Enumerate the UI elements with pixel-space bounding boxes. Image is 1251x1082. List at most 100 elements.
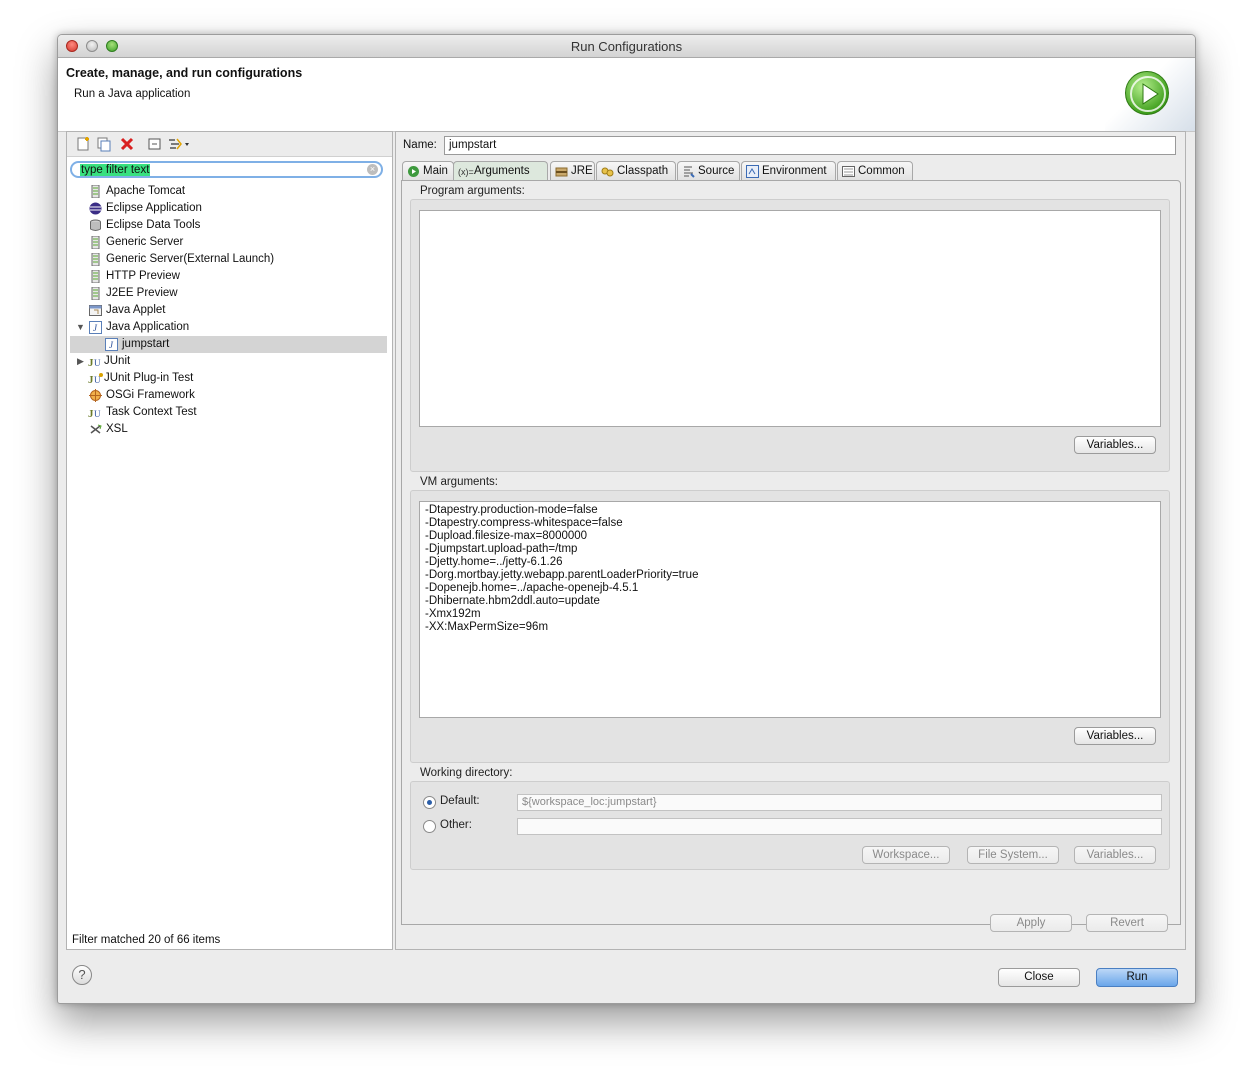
server-icon xyxy=(89,184,102,199)
tab-classpath[interactable]: Classpath xyxy=(596,161,676,180)
svg-text:U: U xyxy=(94,358,101,368)
program-arguments-textarea[interactable] xyxy=(419,210,1161,427)
name-field[interactable]: jumpstart xyxy=(444,136,1176,155)
server-icon xyxy=(89,269,102,284)
working-directory-group: Default: ${workspace_loc:jumpstart} Othe… xyxy=(410,781,1170,870)
program-arguments-group: Variables... xyxy=(410,199,1170,472)
tree-item-xsl[interactable]: XSL xyxy=(67,421,392,438)
eclipse-icon xyxy=(89,202,102,215)
applet-icon xyxy=(89,304,102,317)
working-directory-label: Working directory: xyxy=(420,767,513,779)
arguments-panel: Program arguments: Variables... VM argum… xyxy=(401,180,1181,925)
filter-placeholder: type filter text xyxy=(80,164,151,176)
java-app-icon: J xyxy=(89,321,102,334)
tree-item-java-application[interactable]: ▼ J Java Application xyxy=(67,319,392,336)
vm-argument-line: -Xmx192m xyxy=(425,608,481,620)
tree-item-http-preview[interactable]: HTTP Preview xyxy=(67,268,392,285)
classpath-tab-icon xyxy=(601,165,614,178)
duplicate-icon[interactable] xyxy=(96,136,112,152)
tree-item-label: HTTP Preview xyxy=(106,270,180,282)
name-label: Name: xyxy=(403,139,437,151)
other-directory-field[interactable] xyxy=(517,818,1162,835)
tree-item-label: Eclipse Data Tools xyxy=(106,219,201,231)
svg-text:U: U xyxy=(94,409,101,419)
jre-tab-icon xyxy=(555,165,568,178)
tab-main[interactable]: Main xyxy=(402,161,454,180)
collapse-all-icon[interactable] xyxy=(147,136,163,152)
tree-item-junit[interactable]: ▶ JU JUnit xyxy=(67,353,392,370)
configuration-tree: Apache Tomcat Eclipse Application Eclips… xyxy=(67,183,392,438)
tree-item-label: JUnit Plug-in Test xyxy=(104,372,194,384)
filter-input[interactable]: type filter text × xyxy=(70,161,383,178)
default-radio[interactable] xyxy=(423,796,436,809)
tree-item-osgi-framework[interactable]: OSGi Framework xyxy=(67,387,392,404)
junit-plugin-icon: JU xyxy=(88,372,104,386)
tree-item-label: JUnit xyxy=(104,355,131,367)
server-icon xyxy=(89,235,102,250)
new-launch-configuration-icon[interactable] xyxy=(75,136,91,152)
tree-item-generic-server[interactable]: Generic Server xyxy=(67,234,392,251)
vm-variables-button[interactable]: Variables... xyxy=(1074,727,1156,745)
header-subtitle: Run a Java application xyxy=(74,88,191,100)
vm-argument-line: -Dtapestry.production-mode=false xyxy=(425,504,598,516)
tab-common[interactable]: Common xyxy=(837,161,913,180)
expanded-triangle-icon[interactable]: ▼ xyxy=(76,319,85,336)
clear-filter-icon[interactable]: × xyxy=(367,164,378,175)
tree-item-junit-plugin-test[interactable]: JU JUnit Plug-in Test xyxy=(67,370,392,387)
tab-source[interactable]: Source xyxy=(677,161,740,180)
collapsed-triangle-icon[interactable]: ▶ xyxy=(77,353,84,370)
tree-item-label: J2EE Preview xyxy=(106,287,178,299)
apply-button[interactable]: Apply xyxy=(990,914,1072,932)
tree-item-generic-server-external[interactable]: Generic Server(External Launch) xyxy=(67,251,392,268)
tree-item-task-context-test[interactable]: JU Task Context Test xyxy=(67,404,392,421)
vm-argument-line: -Dupload.filesize-max=8000000 xyxy=(425,530,588,542)
directory-variables-button[interactable]: Variables... xyxy=(1074,846,1156,864)
tree-item-eclipse-application[interactable]: Eclipse Application xyxy=(67,200,392,217)
svg-text:(x)=: (x)= xyxy=(458,167,474,177)
help-icon[interactable]: ? xyxy=(72,965,92,985)
revert-button[interactable]: Revert xyxy=(1086,914,1168,932)
workspace-button[interactable]: Workspace... xyxy=(862,846,950,864)
filter-status: Filter matched 20 of 66 items xyxy=(72,934,221,946)
dialog-header: Create, manage, and run configurations R… xyxy=(58,58,1195,132)
vm-argument-line: -Djumpstart.upload-path=/tmp xyxy=(425,543,578,555)
tree-item-label: Generic Server(External Launch) xyxy=(106,253,275,265)
tab-jre[interactable]: JRE xyxy=(550,161,595,180)
tree-item-label: OSGi Framework xyxy=(106,389,195,401)
tab-arguments[interactable]: (x)= Arguments xyxy=(453,161,548,180)
run-icon xyxy=(1125,71,1169,115)
tree-item-jumpstart[interactable]: J jumpstart xyxy=(70,336,387,353)
tree-item-apache-tomcat[interactable]: Apache Tomcat xyxy=(67,183,392,200)
delete-icon[interactable] xyxy=(119,136,135,152)
vm-arguments-label: VM arguments: xyxy=(420,476,498,488)
program-variables-button[interactable]: Variables... xyxy=(1074,436,1156,454)
default-label: Default: xyxy=(440,795,480,807)
vm-arguments-group: -Dtapestry.production-mode=false -Dtapes… xyxy=(410,490,1170,763)
filter-icon[interactable] xyxy=(167,136,191,152)
configuration-editor-pane: Name: jumpstart Main (x)= Arguments JRE … xyxy=(395,131,1186,950)
tree-item-j2ee-preview[interactable]: J2EE Preview xyxy=(67,285,392,302)
title-bar: Run Configurations xyxy=(58,35,1195,58)
run-configurations-window: Run Configurations Create, manage, and r… xyxy=(57,34,1196,1004)
program-arguments-label: Program arguments: xyxy=(420,185,525,197)
run-button[interactable]: Run xyxy=(1096,968,1178,987)
server-icon xyxy=(89,286,102,301)
vm-argument-line: -Dhibernate.hbm2ddl.auto=update xyxy=(425,595,600,607)
window-title: Run Configurations xyxy=(570,39,683,54)
vm-argument-line: -XX:MaxPermSize=96m xyxy=(425,621,549,633)
file-system-button[interactable]: File System... xyxy=(967,846,1059,864)
tree-item-label: Eclipse Application xyxy=(106,202,202,214)
header-title: Create, manage, and run configurations xyxy=(66,66,303,80)
close-button[interactable]: Close xyxy=(998,968,1080,987)
tree-item-eclipse-data-tools[interactable]: Eclipse Data Tools xyxy=(67,217,392,234)
tree-item-java-applet[interactable]: Java Applet xyxy=(67,302,392,319)
other-radio[interactable] xyxy=(423,820,436,833)
tab-environment[interactable]: Environment xyxy=(741,161,836,180)
tree-item-label: Task Context Test xyxy=(106,406,197,418)
osgi-icon xyxy=(89,389,102,402)
vm-argument-line: -Dtapestry.compress-whitespace=false xyxy=(425,517,623,529)
vm-arguments-textarea[interactable]: -Dtapestry.production-mode=false -Dtapes… xyxy=(419,501,1161,718)
tree-item-label: Java Applet xyxy=(106,304,166,316)
tree-item-label: Java Application xyxy=(106,321,190,333)
other-label: Other: xyxy=(440,819,472,831)
